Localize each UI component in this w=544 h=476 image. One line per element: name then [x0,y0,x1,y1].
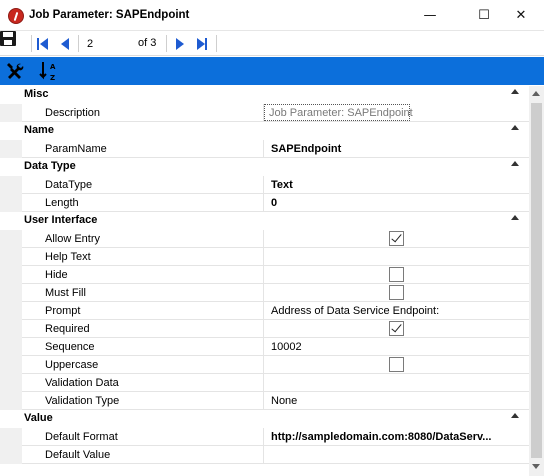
property-name: ParamName [45,143,107,155]
first-arrow-icon [40,38,48,50]
property-value: Address of Data Service Endpoint: [271,305,440,317]
property-value: 0 [271,197,278,209]
save-icon[interactable] [0,31,16,46]
scroll-up-icon[interactable] [532,91,540,96]
property-name: Default Value [45,449,111,461]
collapse-icon[interactable] [511,125,519,130]
minimize-button[interactable]: — [407,0,453,31]
property-row-hide[interactable]: Hide [0,266,529,284]
property-value: Job Parameter: SAPEndpoint [269,107,413,119]
property-name: Hide [45,269,68,281]
property-row-prompt[interactable]: Prompt Address of Data Service Endpoint: [0,302,529,320]
property-value: None [271,395,298,407]
record-count-label: of 3 [138,37,157,49]
property-row-description[interactable]: Description Job Parameter: SAPEndpoint [0,104,529,122]
property-row-sequence[interactable]: Sequence 10002 [0,338,529,356]
property-name: Prompt [45,305,81,317]
category-label: Misc [24,88,49,100]
title-bar: Job Parameter: SAPEndpoint — ☐ ✕ [0,0,544,31]
category-user-interface[interactable]: User Interface [0,212,529,230]
collapse-icon[interactable] [511,413,519,418]
required-checkbox[interactable] [389,321,404,336]
property-name: Must Fill [45,287,86,299]
collapse-icon[interactable] [511,215,519,220]
svg-text:A: A [50,63,56,71]
toolbar-separator [31,35,32,52]
grid-toolbar: A Z [0,57,544,85]
property-value: Text [271,179,293,191]
property-value: http://sampledomain.com:8080/DataServ... [271,431,492,443]
property-row-uppercase[interactable]: Uppercase [0,356,529,374]
hide-checkbox[interactable] [389,267,404,282]
scroll-down-icon[interactable] [532,464,540,469]
app-logo-icon [8,8,24,24]
category-name[interactable]: Name [0,122,529,140]
toolbar-separator [166,35,167,52]
toolbar-separator [78,35,79,52]
last-arrow-icon [197,38,205,50]
property-name: Sequence [45,341,95,353]
property-row-validation-type[interactable]: Validation Type None [0,392,529,410]
toolbar-separator [216,35,217,52]
property-name: Required [45,323,90,335]
sort-az-icon[interactable]: A Z [39,60,59,82]
property-name: Uppercase [45,359,99,371]
property-value: 10002 [271,341,302,353]
category-misc[interactable]: Misc [0,86,529,104]
allow-entry-checkbox[interactable] [389,231,404,246]
property-name: Default Format [45,431,118,443]
previous-record-button[interactable] [61,38,69,50]
category-label: Value [24,412,53,424]
uppercase-checkbox[interactable] [389,357,404,372]
next-record-button[interactable] [176,38,184,50]
property-name: Validation Type [45,395,120,407]
scroll-thumb[interactable] [531,103,542,458]
close-button[interactable]: ✕ [498,0,544,31]
category-label: Data Type [24,160,76,172]
category-label: Name [24,124,54,136]
last-bar-icon [205,38,207,50]
category-data-type[interactable]: Data Type [0,158,529,176]
vertical-scrollbar[interactable] [529,86,544,476]
property-name: DataType [45,179,93,191]
property-row-required[interactable]: Required [0,320,529,338]
property-row-paramname[interactable]: ParamName SAPEndpoint [0,140,529,158]
property-value: SAPEndpoint [271,143,342,155]
category-label: User Interface [24,214,98,226]
window-title: Job Parameter: SAPEndpoint [29,9,190,21]
property-row-datatype[interactable]: DataType Text [0,176,529,194]
property-row-must-fill[interactable]: Must Fill [0,284,529,302]
property-name: Validation Data [45,377,119,389]
category-value[interactable]: Value [0,410,529,428]
property-row-help-text[interactable]: Help Text [0,248,529,266]
must-fill-checkbox[interactable] [389,285,404,300]
record-navigator: of 3 [0,31,544,56]
first-bar-icon [37,38,39,50]
svg-text:Z: Z [50,74,55,82]
tools-icon[interactable] [6,62,24,80]
property-row-default-value[interactable]: Default Value [0,446,529,464]
property-grid: Misc Description Job Parameter: SAPEndpo… [0,86,544,476]
property-name: Help Text [45,251,91,263]
property-name: Length [45,197,79,209]
property-name: Allow Entry [45,233,101,245]
collapse-icon[interactable] [511,89,519,94]
collapse-icon[interactable] [511,161,519,166]
property-row-default-format[interactable]: Default Format http://sampledomain.com:8… [0,428,529,446]
property-row-allow-entry[interactable]: Allow Entry [0,230,529,248]
property-row-length[interactable]: Length 0 [0,194,529,212]
property-name: Description [45,107,101,119]
record-position-input[interactable] [84,34,134,53]
property-row-validation-data[interactable]: Validation Data [0,374,529,392]
